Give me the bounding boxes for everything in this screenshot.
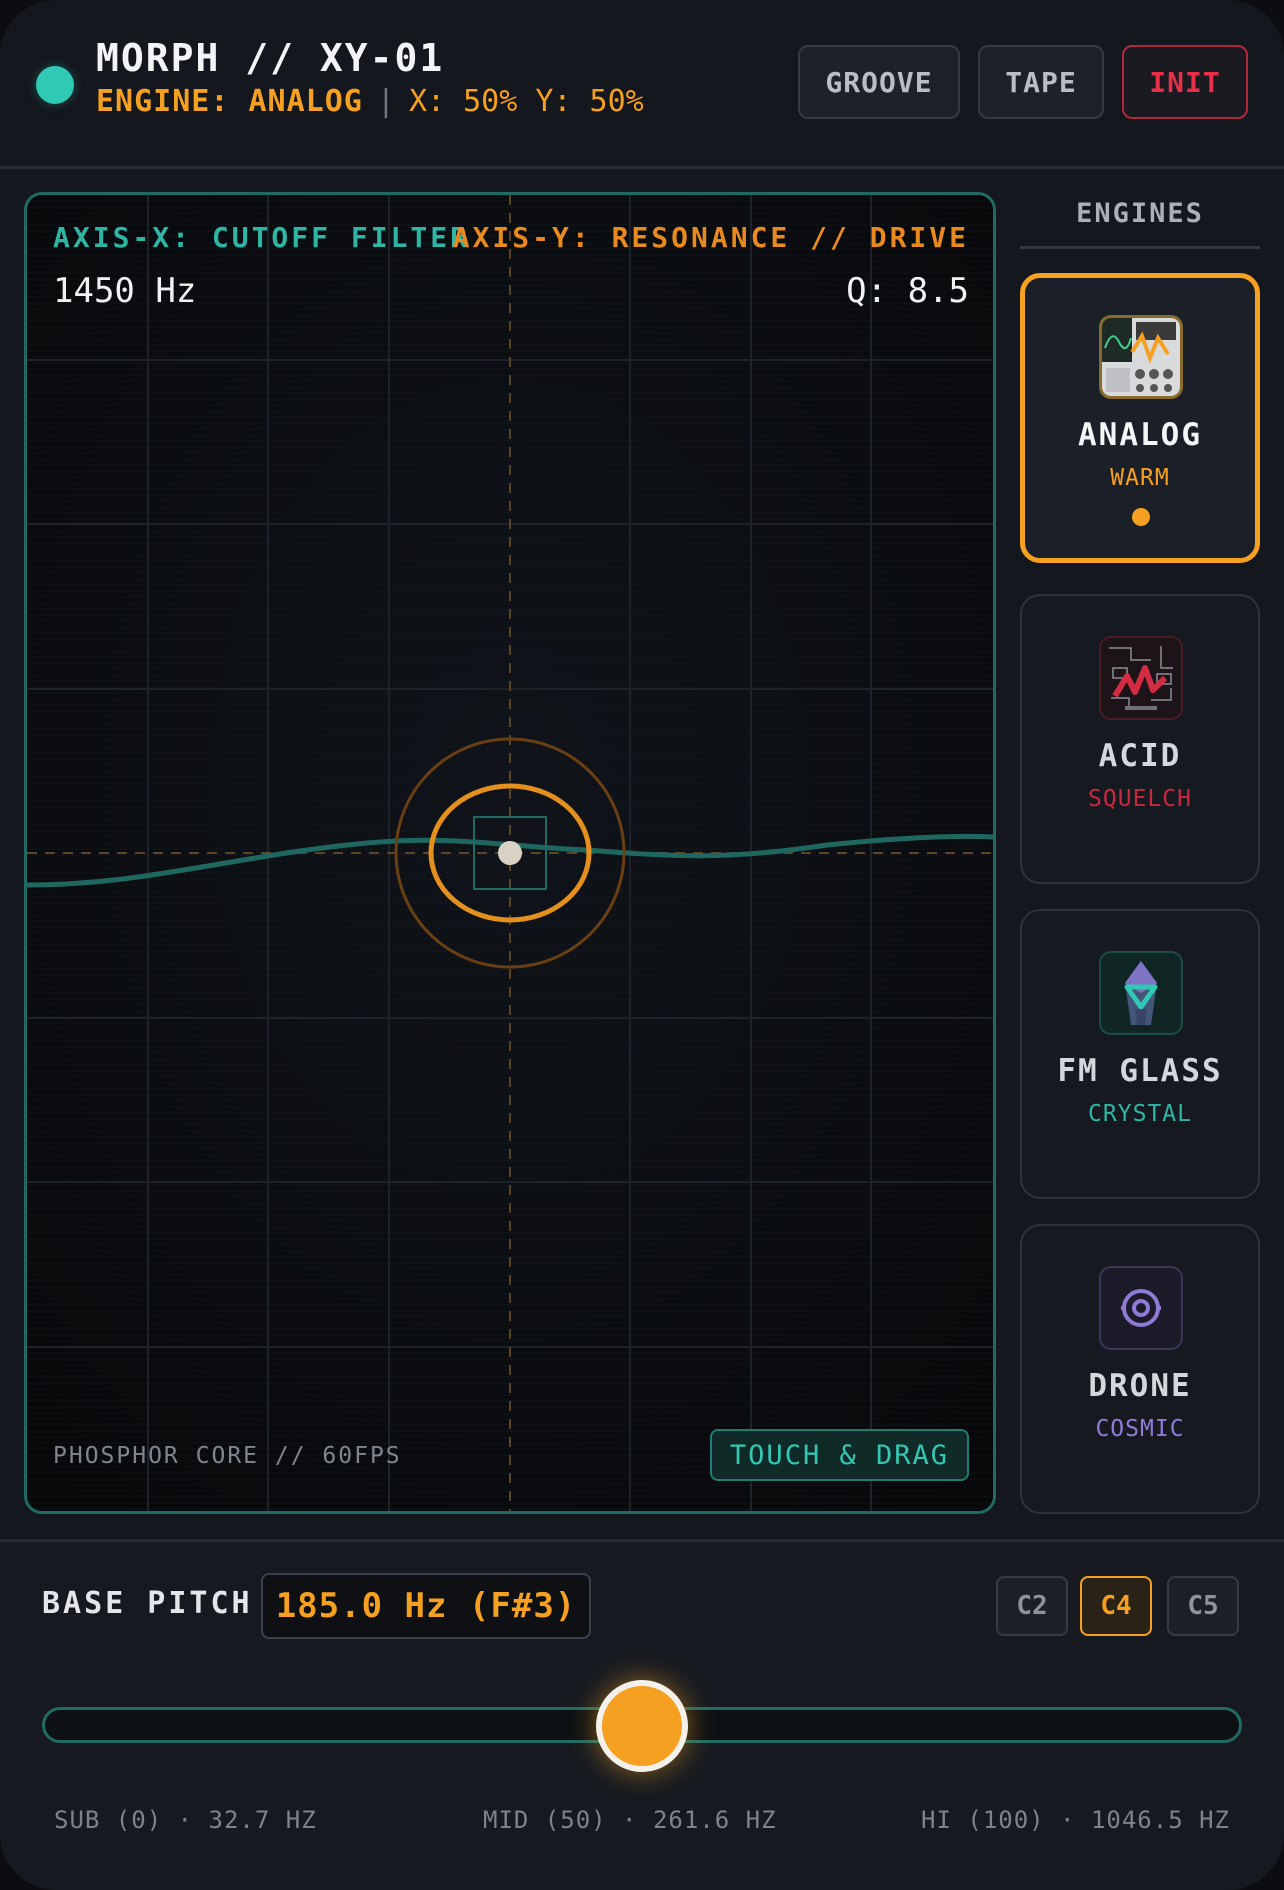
engine-subtitle: CRYSTAL <box>1088 1101 1192 1127</box>
tick-label-mid: MID (50) · 261.6 HZ <box>483 1806 777 1834</box>
engine-status: ENGINE: ANALOG <box>96 84 363 119</box>
power-indicator <box>36 66 74 104</box>
analog-synth-icon <box>1099 315 1183 399</box>
engine-card-acid[interactable]: ACID SQUELCH <box>1020 594 1260 884</box>
app-title: MORPH // XY-01 <box>96 36 445 80</box>
engine-subtitle: SQUELCH <box>1088 786 1192 812</box>
xy-cursor-handle[interactable] <box>498 841 522 865</box>
pitch-panel: BASE PITCH 185.0 Hz (F#3) C2 C4 C5 SUB (… <box>0 1539 1284 1890</box>
q-readout: Q: 8.5 <box>846 271 969 311</box>
pitch-value-display: 185.0 Hz (F#3) <box>261 1573 591 1639</box>
status-line: ENGINE: ANALOG | X: 50% Y: 50% <box>96 84 644 119</box>
axis-x-label: AXIS-X: CUTOFF FILTER <box>53 221 471 254</box>
engine-subtitle: WARM <box>1110 465 1170 491</box>
acid-circuit-icon <box>1099 636 1183 720</box>
axis-y-label: AXIS-Y: RESONANCE // DRIVE <box>452 221 969 254</box>
active-indicator-dot <box>1132 508 1150 526</box>
pitch-slider-thumb[interactable] <box>596 1680 688 1772</box>
groove-button[interactable]: GROOVE <box>798 45 960 119</box>
engine-card-analog[interactable]: ANALOG WARM <box>1020 273 1260 563</box>
tick-label-high: HI (100) · 1046.5 HZ <box>921 1806 1230 1834</box>
tick-label-low: SUB (0) · 32.7 HZ <box>54 1806 317 1834</box>
engine-name: DRONE <box>1088 1368 1192 1404</box>
octave-button-c4[interactable]: C4 <box>1080 1576 1152 1636</box>
cutoff-readout: 1450 Hz <box>53 271 197 311</box>
target-icon <box>1099 1266 1183 1350</box>
engine-card-fm-glass[interactable]: FM GLASS CRYSTAL <box>1020 909 1260 1199</box>
octave-button-c5[interactable]: C5 <box>1167 1576 1239 1636</box>
header: MORPH // XY-01 ENGINE: ANALOG | X: 50% Y: … <box>0 0 1284 169</box>
engines-heading: ENGINES <box>1076 198 1204 229</box>
render-status-label: PHOSPHOR CORE // 60FPS <box>53 1443 402 1469</box>
pitch-label: BASE PITCH <box>42 1586 253 1621</box>
status-separator: | <box>376 84 395 119</box>
engine-card-drone[interactable]: DRONE COSMIC <box>1020 1224 1260 1514</box>
xy-pad[interactable]: AXIS-X: CUTOFF FILTER AXIS-Y: RESONANCE … <box>24 192 996 1514</box>
engine-subtitle: COSMIC <box>1095 1416 1185 1442</box>
octave-button-c2[interactable]: C2 <box>996 1576 1068 1636</box>
crystal-icon <box>1099 951 1183 1035</box>
synth-app: MORPH // XY-01 ENGINE: ANALOG | X: 50% Y: … <box>0 0 1284 1890</box>
tape-button[interactable]: TAPE <box>978 45 1104 119</box>
engine-name: ACID <box>1098 738 1182 774</box>
touch-drag-badge: TOUCH & DRAG <box>709 1429 969 1481</box>
xy-readout: X: 50% Y: 50% <box>408 84 644 119</box>
engine-name: FM GLASS <box>1057 1053 1223 1089</box>
xy-pad-canvas[interactable] <box>27 195 993 1511</box>
engine-name: ANALOG <box>1078 417 1202 453</box>
init-button[interactable]: INIT <box>1122 45 1248 119</box>
engines-divider <box>1020 246 1260 249</box>
